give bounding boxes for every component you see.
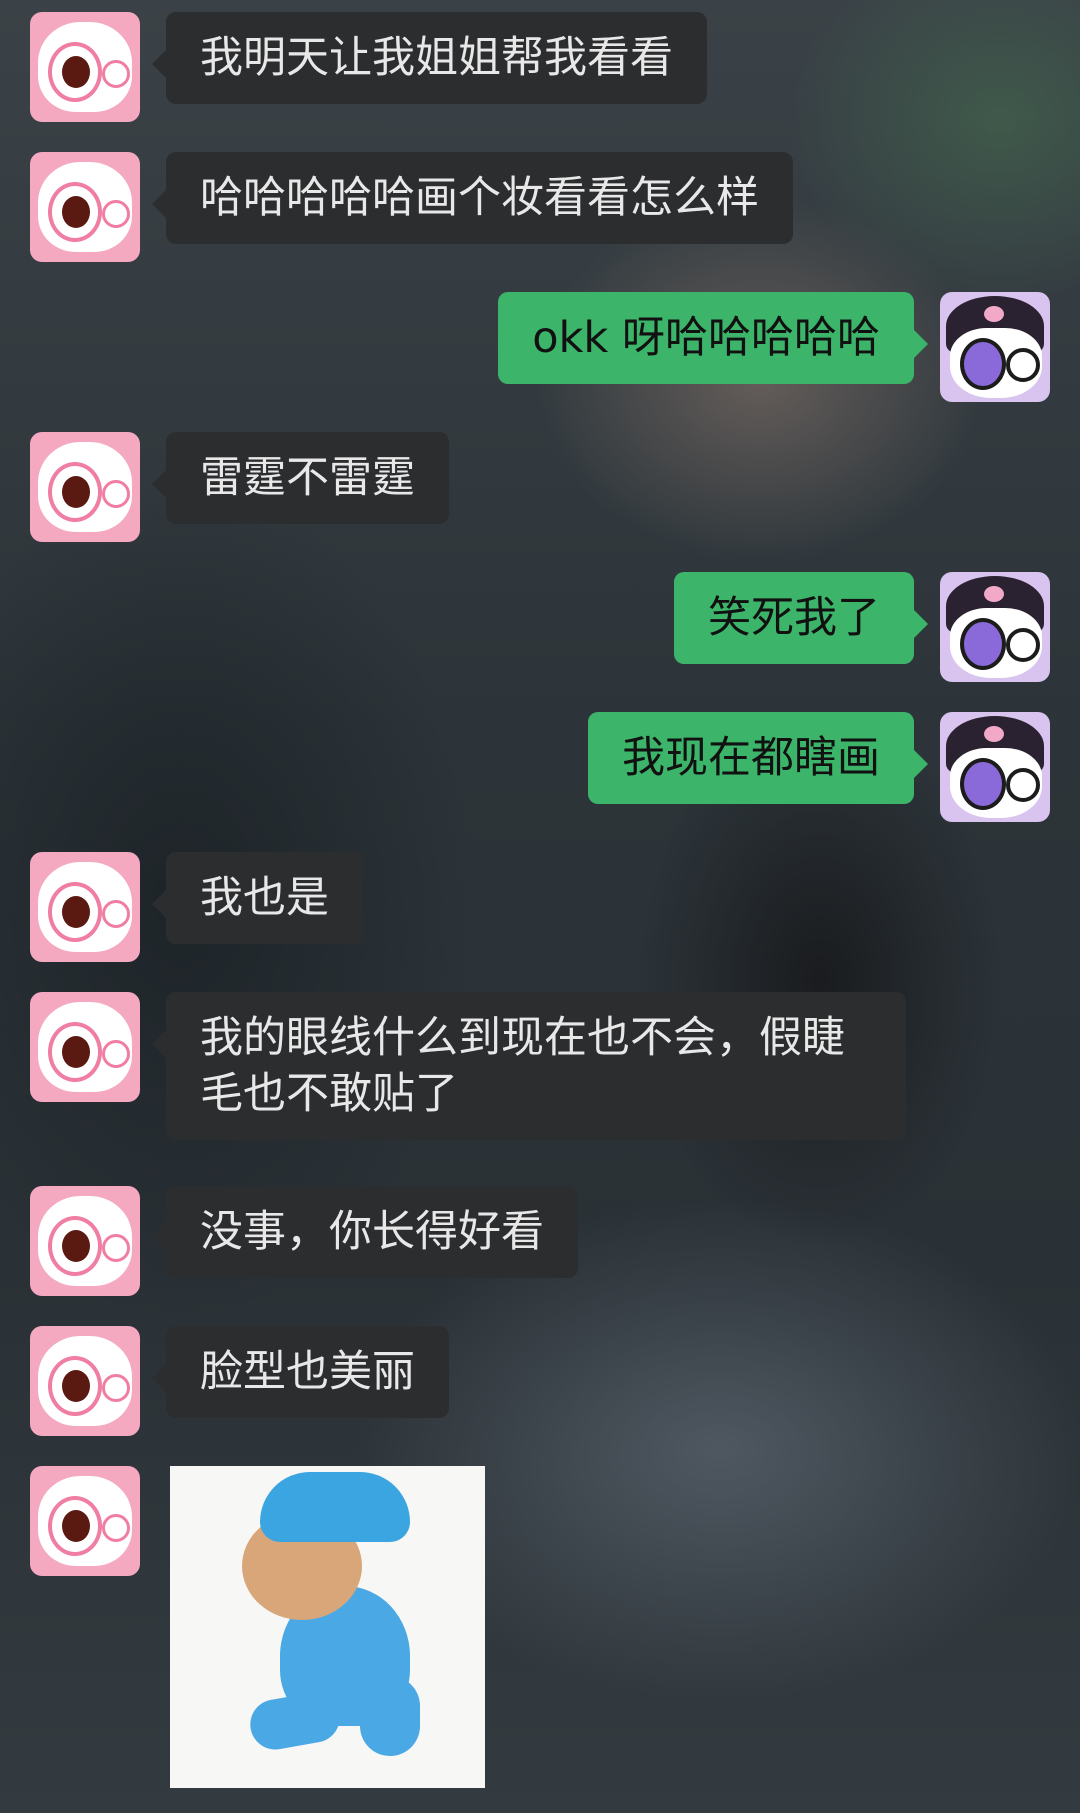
- avatar-pupil: [62, 896, 90, 928]
- avatar-eye: [960, 758, 1006, 810]
- user-avatar[interactable]: [940, 292, 1050, 402]
- avatar-eye: [102, 60, 130, 88]
- avatar-pupil: [62, 56, 90, 88]
- sticker-leg: [246, 1688, 344, 1754]
- contact-avatar[interactable]: [30, 432, 140, 542]
- avatar-eye: [960, 338, 1006, 390]
- pocoyo-sticker[interactable]: [170, 1466, 485, 1788]
- message-bubble[interactable]: 脸型也美丽: [152, 1326, 449, 1418]
- user-avatar[interactable]: [940, 712, 1050, 822]
- avatar-skull: [984, 726, 1004, 742]
- message-bubble[interactable]: 我现在都瞎画: [588, 712, 928, 804]
- message-incoming: 我明天让我姐姐帮我看看: [30, 12, 733, 122]
- contact-avatar[interactable]: [30, 852, 140, 962]
- message-bubble[interactable]: 没事，你长得好看: [152, 1186, 578, 1278]
- avatar-pupil: [62, 476, 90, 508]
- avatar-eye: [960, 618, 1006, 670]
- message-incoming: 哈哈哈哈哈画个妆看看怎么样: [30, 152, 819, 262]
- avatar-eye: [48, 1022, 102, 1082]
- message-bubble[interactable]: 笑死我了: [674, 572, 928, 664]
- message-outgoing: 我现在都瞎画: [562, 712, 1050, 822]
- message-bubble[interactable]: 哈哈哈哈哈画个妆看看怎么样: [152, 152, 793, 244]
- avatar-pupil: [62, 196, 90, 228]
- message-incoming: 脸型也美丽: [30, 1326, 475, 1436]
- avatar-eye: [102, 1040, 130, 1068]
- user-avatar[interactable]: [940, 572, 1050, 682]
- avatar-eye: [1006, 348, 1040, 382]
- avatar-eye: [48, 462, 102, 522]
- contact-avatar[interactable]: [30, 1186, 140, 1296]
- message-outgoing: 笑死我了: [648, 572, 1050, 682]
- avatar-eye: [102, 480, 130, 508]
- avatar-pupil: [62, 1230, 90, 1262]
- avatar-eye: [48, 882, 102, 942]
- avatar-pupil: [62, 1036, 90, 1068]
- avatar-eye: [48, 1356, 102, 1416]
- avatar-skull: [984, 586, 1004, 602]
- avatar-eye: [48, 1496, 102, 1556]
- message-incoming: [30, 1466, 485, 1788]
- avatar-eye: [102, 1374, 130, 1402]
- sticker-hat: [260, 1472, 410, 1542]
- sticker-leg: [360, 1676, 420, 1756]
- avatar-skull: [984, 306, 1004, 322]
- avatar-eye: [102, 200, 130, 228]
- avatar-pupil: [62, 1510, 90, 1542]
- message-bubble[interactable]: 雷霆不雷霆: [152, 432, 449, 524]
- avatar-eye: [48, 182, 102, 242]
- message-incoming: 我也是: [30, 852, 389, 962]
- contact-avatar[interactable]: [30, 152, 140, 262]
- message-bubble[interactable]: 我也是: [152, 852, 363, 944]
- avatar-eye: [102, 1234, 130, 1262]
- avatar-eye: [102, 1514, 130, 1542]
- message-incoming: 雷霆不雷霆: [30, 432, 475, 542]
- message-bubble[interactable]: okk 呀哈哈哈哈哈: [498, 292, 928, 384]
- message-incoming: 我的眼线什么到现在也不会，假睫 毛也不敢贴了: [30, 992, 932, 1140]
- contact-avatar[interactable]: [30, 992, 140, 1102]
- contact-avatar[interactable]: [30, 12, 140, 122]
- message-bubble[interactable]: 我的眼线什么到现在也不会，假睫 毛也不敢贴了: [152, 992, 906, 1140]
- avatar-pupil: [62, 1370, 90, 1402]
- contact-avatar[interactable]: [30, 1326, 140, 1436]
- message-incoming: 没事，你长得好看: [30, 1186, 604, 1296]
- message-outgoing: okk 呀哈哈哈哈哈: [472, 292, 1050, 402]
- avatar-eye: [48, 1216, 102, 1276]
- avatar-eye: [48, 42, 102, 102]
- contact-avatar[interactable]: [30, 1466, 140, 1576]
- avatar-eye: [102, 900, 130, 928]
- avatar-eye: [1006, 628, 1040, 662]
- avatar-eye: [1006, 768, 1040, 802]
- message-bubble[interactable]: 我明天让我姐姐帮我看看: [152, 12, 707, 104]
